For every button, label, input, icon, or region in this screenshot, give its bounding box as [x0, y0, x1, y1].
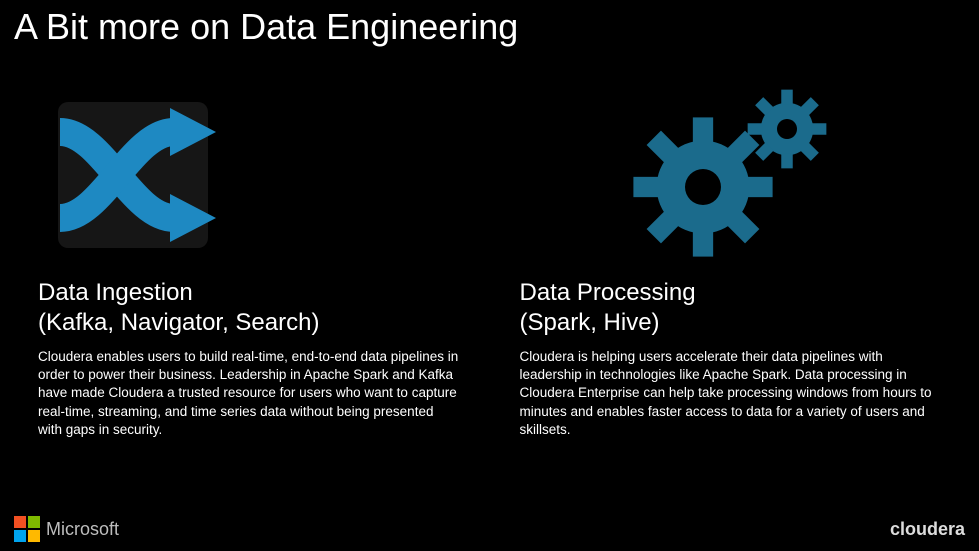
processing-heading-line2: (Spark, Hive): [520, 309, 660, 336]
ingestion-heading: Data Ingestion (Kafka, Navigator, Search…: [38, 278, 460, 338]
column-ingestion: Data Ingestion (Kafka, Navigator, Search…: [38, 80, 460, 439]
column-processing: Data Processing (Spark, Hive) Cloudera i…: [520, 80, 942, 439]
processing-icon-wrap: [520, 80, 942, 270]
ingestion-icon-wrap: [38, 80, 460, 270]
processing-heading: Data Processing (Spark, Hive): [520, 278, 942, 338]
footer: Microsoft cloudera: [0, 507, 979, 551]
gears-icon: [625, 85, 835, 265]
cloudera-logo: cloudera: [890, 519, 965, 540]
slide-title: A Bit more on Data Engineering: [14, 6, 518, 48]
ingestion-body: Cloudera enables users to build real-tim…: [38, 348, 460, 439]
slide: A Bit more on Data Engineering Data: [0, 0, 979, 551]
microsoft-squares-icon: [14, 516, 40, 542]
processing-body: Cloudera is helping users accelerate the…: [520, 348, 942, 439]
processing-heading-line1: Data Processing: [520, 279, 696, 306]
ingestion-heading-line1: Data Ingestion: [38, 279, 193, 306]
ingestion-heading-line2: (Kafka, Navigator, Search): [38, 309, 319, 336]
microsoft-logo: Microsoft: [14, 516, 119, 542]
shuffle-arrows-icon: [42, 90, 232, 260]
microsoft-wordmark: Microsoft: [46, 519, 119, 540]
columns: Data Ingestion (Kafka, Navigator, Search…: [38, 80, 941, 439]
